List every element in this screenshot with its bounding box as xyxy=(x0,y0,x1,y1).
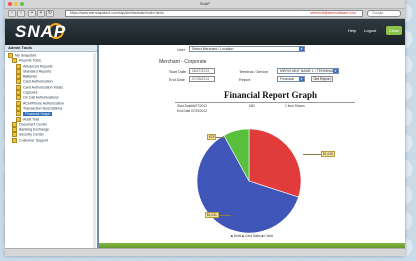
pie-chart-svg xyxy=(196,128,302,234)
address-bar[interactable]: https://www.sterndapatent.com/sap/stm/fa… xyxy=(65,10,363,17)
reader-icon[interactable]: ▪ xyxy=(28,10,36,17)
meta-mid-label: MID xyxy=(249,104,255,108)
title-bar: SnAP xyxy=(5,0,405,9)
browser-toolbar: ‹ › ▪ + ↻ https://www.sterndapatent.com/… xyxy=(5,9,405,19)
sidebar-title: Admin Tools xyxy=(5,45,97,52)
report-icon xyxy=(16,105,21,111)
forward-arrow-icon[interactable]: › xyxy=(17,10,25,17)
meta-start-label: Start Date xyxy=(177,104,192,108)
report-title: Financial Report Graph xyxy=(224,90,318,100)
terminal-label: Terminal / Device xyxy=(239,70,269,74)
logout-link[interactable]: Logout xyxy=(364,28,376,33)
report-select[interactable]: Financial ▾ xyxy=(277,76,305,82)
pie-chart xyxy=(189,123,309,238)
folder-icon xyxy=(12,121,17,127)
report-icon xyxy=(16,90,21,96)
end-date-label: End Date xyxy=(169,78,185,82)
close-button[interactable]: Close xyxy=(386,26,402,35)
meta-start-value: 06/27/2013 xyxy=(191,104,207,108)
folder-icon xyxy=(12,137,17,143)
folder-icon xyxy=(8,53,13,58)
report-icon xyxy=(16,79,21,85)
start-date-input[interactable]: 06/27/2013 xyxy=(189,68,215,74)
app-logo: SNAP xyxy=(15,22,67,41)
report-icon xyxy=(16,63,21,69)
sidebar: Admin Tools My Snapstart Reports Tools A… xyxy=(5,45,99,256)
report-label: Report xyxy=(239,78,251,82)
page-subheading: Merchant - Corporate xyxy=(159,59,207,65)
pie-label-blue: $1,041 xyxy=(205,212,219,218)
report-divider xyxy=(175,102,355,103)
report-icon xyxy=(16,95,21,101)
meta-end-value: 07/25/2013 xyxy=(191,109,207,113)
url-extra-text: sternsoft@sternsoftware.com xyxy=(310,11,356,15)
pie-label-small: $78 xyxy=(207,134,217,140)
sidebar-tree: My Snapstart Reports Tools Advanced Repo… xyxy=(5,52,97,143)
leader-line xyxy=(215,137,225,138)
chevron-down-icon: ▾ xyxy=(333,69,338,73)
add-bookmark-icon[interactable]: + xyxy=(37,10,45,17)
report-icon xyxy=(16,116,21,122)
terminal-select[interactable]: MERCHANT NAME 1 / TERMINAL ▾ xyxy=(277,68,339,74)
app-header: SNAP Help Logout Close xyxy=(5,19,405,45)
chevron-down-icon: ▾ xyxy=(299,47,304,51)
user-select[interactable]: Select Merchant / Location ▾ xyxy=(189,46,305,52)
end-date-input[interactable]: 07/25/2013 xyxy=(189,76,215,82)
leader-line xyxy=(217,215,231,216)
sidebar-scrollbar[interactable] xyxy=(93,53,96,253)
meta-end-label: End Date xyxy=(177,109,191,113)
user-label: User xyxy=(177,48,186,52)
report-icon xyxy=(16,84,21,90)
minimize-window-button[interactable] xyxy=(14,2,18,6)
folder-icon xyxy=(12,58,17,64)
url-text: https://www.sterndapatent.com/sap/stm/fa… xyxy=(70,11,164,15)
report-icon xyxy=(16,74,21,80)
report-icon xyxy=(16,100,21,106)
status-bar xyxy=(5,248,405,256)
back-arrow-icon[interactable]: ‹ xyxy=(8,10,16,17)
reload-icon[interactable]: ↻ xyxy=(46,10,54,17)
sidebar-item[interactable]: Customer Support xyxy=(8,137,97,143)
get-report-button[interactable]: Get Report xyxy=(311,76,333,82)
search-field[interactable]: Google xyxy=(367,10,401,17)
chart-legend: ■ Debit ■ Card Sales ■ Credit xyxy=(231,234,273,238)
help-link[interactable]: Help xyxy=(348,28,356,33)
window-title: SnAP xyxy=(199,1,211,6)
meta-right-text: 1 Item Shown xyxy=(285,104,305,108)
start-date-label: Start Date xyxy=(169,70,187,74)
close-window-button[interactable] xyxy=(8,2,12,6)
search-placeholder: Google xyxy=(372,11,384,15)
report-icon xyxy=(16,68,21,74)
leader-line xyxy=(303,154,321,155)
pie-label-red: $1,048 xyxy=(321,151,335,157)
main-content: User Select Merchant / Location ▾ Mercha… xyxy=(99,45,405,256)
folder-icon xyxy=(12,132,17,138)
zoom-window-button[interactable] xyxy=(20,2,24,6)
folder-icon xyxy=(12,127,17,133)
graph-icon xyxy=(16,111,21,117)
chevron-down-icon: ▾ xyxy=(299,77,304,81)
browser-window: SnAP ‹ › ▪ + ↻ https://www.sterndapatent… xyxy=(5,0,405,256)
